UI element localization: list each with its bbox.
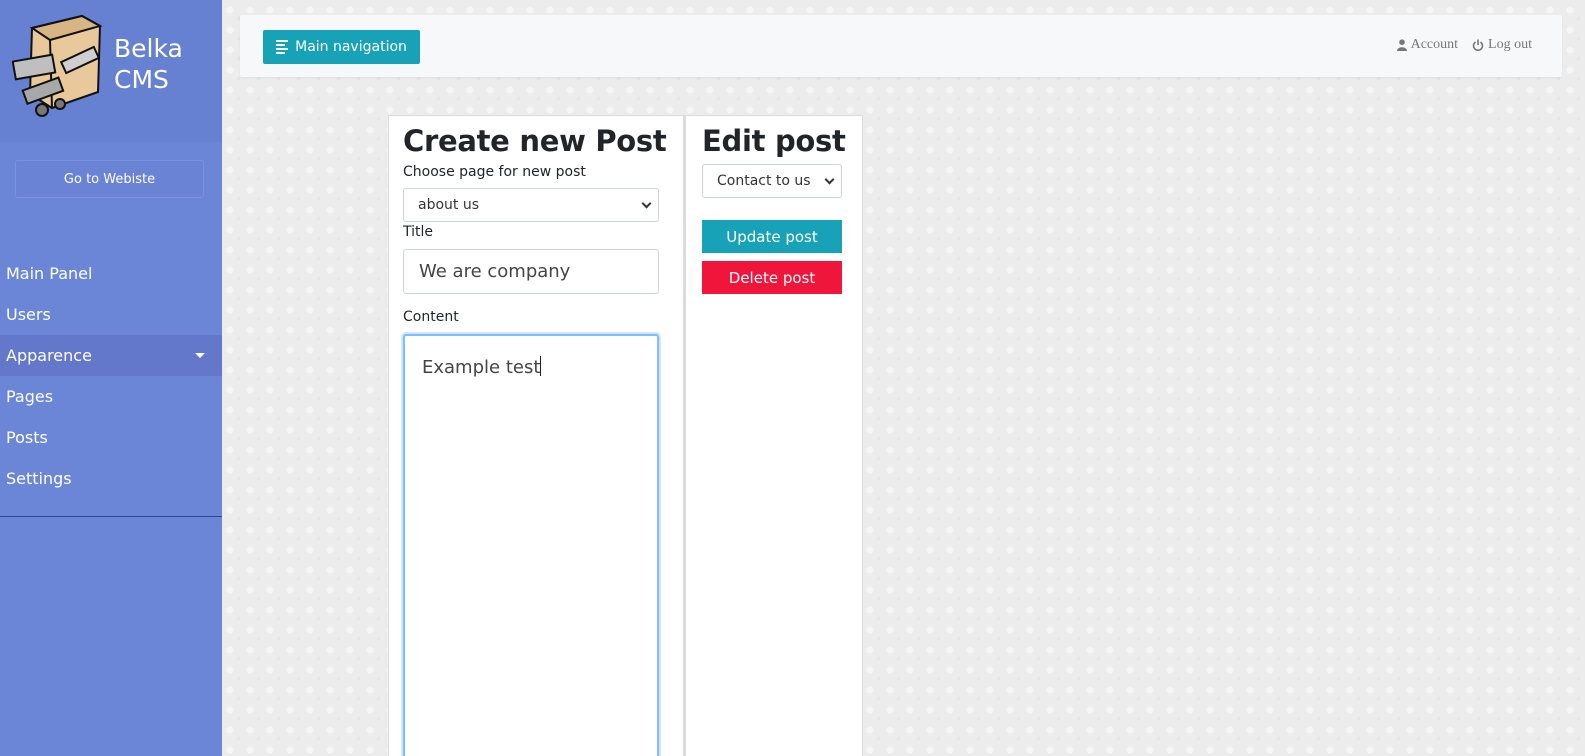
sidebar-item-label: Posts (6, 428, 48, 447)
chevron-down-icon (824, 174, 835, 185)
edit-post-select[interactable]: Contact to us (702, 164, 842, 198)
top-bar: Main navigation Account Log out (240, 15, 1562, 77)
top-links: Account Log out (1396, 37, 1532, 53)
account-label: Account (1410, 37, 1459, 52)
go-to-website-button[interactable]: Go to Webiste (15, 160, 204, 198)
caret-down-icon (195, 353, 205, 358)
sidebar-nav: Main Panel Users Apparence Pages Posts S… (0, 253, 222, 499)
sidebar-item-users[interactable]: Users (0, 294, 222, 335)
user-icon (1396, 39, 1407, 51)
sidebar-item-pages[interactable]: Pages (0, 376, 222, 417)
power-icon (1472, 39, 1484, 51)
main-navigation-button[interactable]: Main navigation (263, 30, 420, 64)
brand-line-1: Belka (114, 34, 183, 63)
edit-post-select-value: Contact to us (717, 173, 811, 189)
sidebar-item-label: Main Panel (6, 264, 93, 283)
sidebar-item-label: Apparence (6, 346, 92, 365)
title-input[interactable]: We are company (403, 249, 659, 294)
content-label: Content (403, 309, 459, 325)
title-input-value: We are company (419, 261, 571, 282)
account-link[interactable]: Account (1396, 37, 1459, 53)
sidebar-divider (0, 516, 222, 517)
logout-link[interactable]: Log out (1472, 37, 1532, 53)
sidebar-item-label: Pages (6, 387, 54, 406)
menu-icon (276, 40, 289, 54)
logo-area: Belka CMS (0, 0, 222, 142)
choose-page-value: about us (418, 197, 480, 213)
brand-line-2: CMS (114, 65, 169, 94)
create-post-panel: Create new Post Choose page for new post… (388, 115, 684, 756)
text-cursor (540, 356, 542, 376)
sidebar-item-label: Settings (6, 469, 72, 488)
belka-logo-icon (12, 14, 103, 117)
logout-label: Log out (1488, 37, 1532, 52)
choose-page-label: Choose page for new post (403, 164, 586, 180)
sidebar: Belka CMS Go to Webiste Main Panel Users… (0, 0, 222, 756)
sidebar-item-settings[interactable]: Settings (0, 458, 222, 499)
chevron-down-icon (641, 198, 652, 209)
sidebar-item-posts[interactable]: Posts (0, 417, 222, 458)
brand-name: Belka CMS (114, 33, 183, 95)
create-post-title: Create new Post (403, 124, 667, 158)
edit-post-title: Edit post (702, 124, 846, 158)
sidebar-item-apparence[interactable]: Apparence (0, 335, 222, 376)
sidebar-item-label: Users (6, 305, 51, 324)
content-textarea-value: Example test (422, 357, 541, 378)
choose-page-select[interactable]: about us (403, 188, 659, 222)
title-label: Title (403, 224, 434, 240)
content-textarea[interactable]: Example test (403, 334, 659, 756)
sidebar-item-main-panel[interactable]: Main Panel (0, 253, 222, 294)
edit-post-panel: Edit post Contact to us Update post Dele… (684, 115, 863, 756)
delete-post-button[interactable]: Delete post (702, 261, 842, 294)
main-navigation-label: Main navigation (295, 39, 407, 55)
update-post-button[interactable]: Update post (702, 220, 842, 253)
